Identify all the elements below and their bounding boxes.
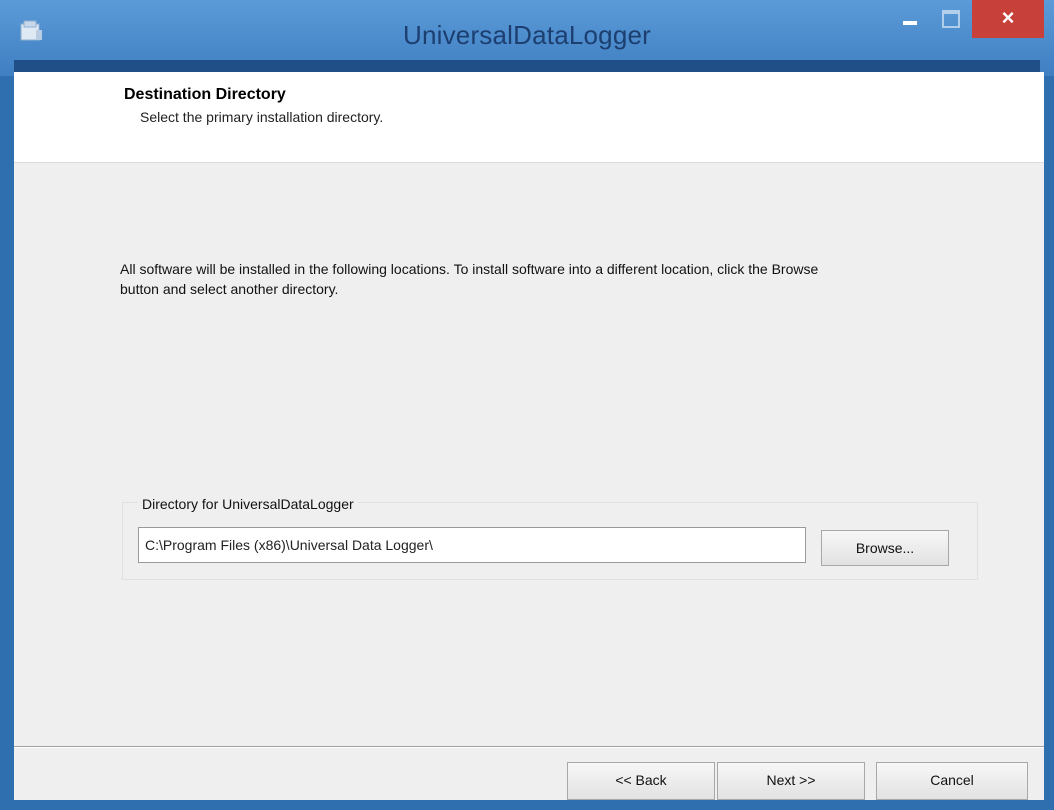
- next-button[interactable]: Next >>: [717, 762, 865, 800]
- installer-window: UniversalDataLogger × Destination Direct…: [0, 0, 1054, 810]
- directory-group-label: Directory for UniversalDataLogger: [138, 496, 358, 512]
- directory-path-input[interactable]: [138, 527, 806, 563]
- page-subtitle: Select the primary installation director…: [140, 109, 384, 125]
- window-bottom-border: [0, 800, 1054, 810]
- page-title: Destination Directory: [124, 86, 286, 103]
- browse-button[interactable]: Browse...: [821, 530, 949, 566]
- cancel-button[interactable]: Cancel: [876, 762, 1028, 800]
- back-button[interactable]: << Back: [567, 762, 715, 800]
- install-description: All software will be installed in the fo…: [120, 261, 819, 297]
- client-area: Destination Directory Select the primary…: [14, 72, 1044, 802]
- footer-divider: [14, 746, 1044, 748]
- close-icon[interactable]: ×: [972, 0, 1044, 38]
- header-panel: Destination Directory Select the primary…: [14, 72, 1044, 163]
- minimize-icon[interactable]: [890, 0, 930, 38]
- maximize-icon[interactable]: [932, 0, 970, 38]
